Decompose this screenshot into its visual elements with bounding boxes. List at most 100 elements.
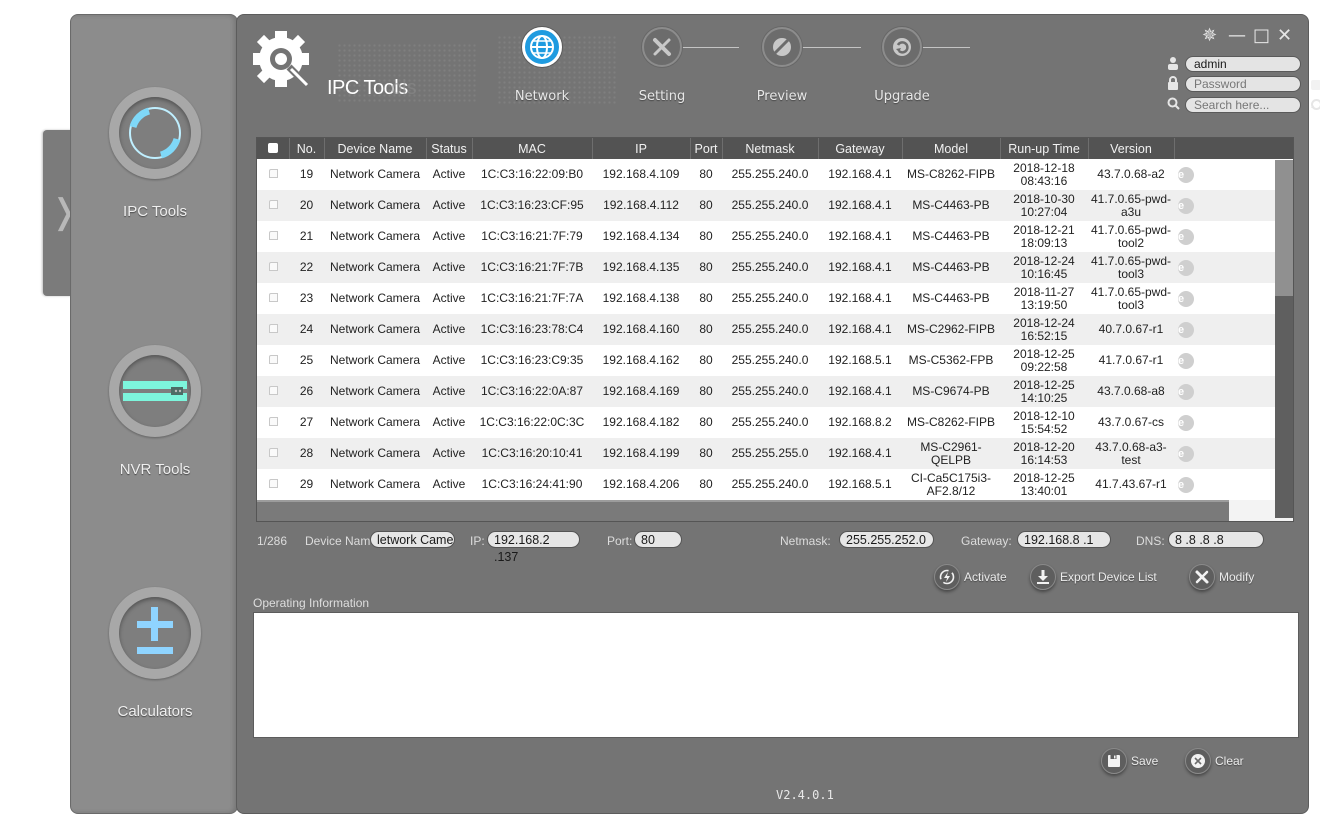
- column-header-ip[interactable]: IP: [592, 138, 691, 159]
- table-row[interactable]: 25 Network Camera Active 1C:C3:16:23:C9:35 1…: [257, 345, 1293, 376]
- column-header-no[interactable]: No.: [289, 138, 325, 159]
- row-select-cell[interactable]: [257, 314, 289, 345]
- open-web-icon[interactable]: e: [1178, 290, 1194, 307]
- row-checkbox[interactable]: [268, 355, 278, 364]
- column-header-version[interactable]: Version: [1088, 138, 1175, 159]
- row-checkbox[interactable]: [268, 479, 278, 488]
- cell-gateway: 192.168.4.1: [818, 221, 902, 252]
- table-row[interactable]: 19 Network Camera Active 1C:C3:16:22:09:B0 1…: [257, 159, 1293, 190]
- cell-mac: 1C:C3:16:22:0A:87: [472, 376, 592, 407]
- operating-info-log[interactable]: [253, 612, 1299, 738]
- table-row[interactable]: 22 Network Camera Active 1C:C3:16:21:7F:7B 1…: [257, 252, 1293, 283]
- search-input[interactable]: [1185, 97, 1301, 113]
- row-select-cell[interactable]: [257, 252, 289, 283]
- cell-no: 19: [289, 159, 324, 190]
- sidebar-item-ipc-tools[interactable]: IPC Tools: [71, 87, 239, 220]
- row-select-cell[interactable]: [257, 407, 289, 438]
- table-row[interactable]: 23 Network Camera Active 1C:C3:16:21:7F:7A 1…: [257, 283, 1293, 314]
- row-checkbox[interactable]: [268, 324, 278, 333]
- save-button[interactable]: Save: [1101, 748, 1158, 774]
- column-header-device-name[interactable]: Device Name: [324, 138, 427, 159]
- netmask-label: Netmask:: [780, 534, 831, 548]
- settings-gear-icon[interactable]: ✵: [1202, 25, 1217, 46]
- row-select-cell[interactable]: [257, 438, 289, 469]
- minimize-button[interactable]: —: [1228, 25, 1246, 46]
- column-header-runup-time[interactable]: Run-up Time: [1000, 138, 1089, 159]
- port-field[interactable]: 80: [634, 531, 682, 548]
- open-web-icon[interactable]: e: [1178, 228, 1194, 245]
- step-preview[interactable]: Preview: [742, 27, 822, 104]
- row-select-cell[interactable]: [257, 221, 289, 252]
- username-input[interactable]: [1185, 56, 1301, 72]
- column-header-status[interactable]: Status: [426, 138, 473, 159]
- table-row[interactable]: 29 Network Camera Active 1C:C3:16:24:41:90 1…: [257, 469, 1293, 500]
- row-checkbox[interactable]: [268, 448, 278, 457]
- cell-runup: 2018-12-25 09:22:58: [1000, 345, 1088, 376]
- table-row[interactable]: 26 Network Camera Active 1C:C3:16:22:0A:87 1…: [257, 376, 1293, 407]
- open-web-icon[interactable]: e: [1178, 414, 1194, 431]
- sidebar-expand-tab[interactable]: ❭: [43, 130, 79, 296]
- clear-button[interactable]: Clear: [1185, 748, 1244, 774]
- open-web-icon[interactable]: e: [1178, 321, 1194, 338]
- clear-label: Clear: [1215, 754, 1244, 768]
- open-web-icon[interactable]: e: [1178, 445, 1194, 462]
- row-select-cell[interactable]: [257, 159, 289, 190]
- table-row[interactable]: 27 Network Camera Active 1C:C3:16:22:0C:3C 1…: [257, 407, 1293, 438]
- row-select-cell[interactable]: [257, 376, 289, 407]
- step-setting[interactable]: Setting: [622, 27, 702, 104]
- table-row[interactable]: 20 Network Camera Active 1C:C3:16:23:CF:95 1…: [257, 190, 1293, 221]
- vertical-scrollbar-thumb[interactable]: [1275, 160, 1293, 296]
- horizontal-scrollbar[interactable]: [257, 500, 1293, 521]
- column-header-gateway[interactable]: Gateway: [818, 138, 903, 159]
- step-network[interactable]: Network: [502, 27, 582, 104]
- cell-version-line: 41.7.43.67-r1: [1095, 477, 1167, 491]
- close-button[interactable]: ✕: [1277, 25, 1292, 46]
- row-checkbox[interactable]: [268, 262, 278, 271]
- gateway-field[interactable]: 192.168.8 .1: [1017, 531, 1111, 548]
- export-device-list-button[interactable]: Export Device List: [1030, 564, 1157, 590]
- maximize-button[interactable]: □: [1253, 25, 1270, 46]
- cell-model-line: MS-C8262-FIPB: [906, 167, 996, 181]
- open-web-icon[interactable]: e: [1178, 476, 1194, 493]
- step-upgrade[interactable]: Upgrade: [862, 27, 942, 104]
- select-all-checkbox[interactable]: [267, 142, 278, 153]
- netmask-field[interactable]: 255.255.252.0: [839, 531, 934, 548]
- select-all-header[interactable]: [257, 138, 290, 159]
- sidebar-item-nvr-tools[interactable]: NVR Tools: [71, 345, 239, 478]
- user-icon: [1167, 56, 1181, 72]
- row-select-cell[interactable]: [257, 283, 289, 314]
- column-header-netmask[interactable]: Netmask: [722, 138, 819, 159]
- remember-password-checkbox[interactable]: [1311, 80, 1320, 90]
- column-header-port[interactable]: Port: [690, 138, 723, 159]
- refresh-icon[interactable]: [1310, 98, 1320, 116]
- cell-model: MS-C4463-PB: [902, 190, 1000, 221]
- ip-field[interactable]: 192.168.2 .137: [487, 531, 580, 564]
- table-row[interactable]: 24 Network Camera Active 1C:C3:16:23:78:C4 1…: [257, 314, 1293, 345]
- row-select-cell[interactable]: [257, 190, 289, 221]
- row-checkbox[interactable]: [268, 231, 278, 240]
- open-web-icon[interactable]: e: [1178, 197, 1194, 214]
- device-name-field[interactable]: letwork Camera: [370, 531, 455, 548]
- column-header-mac[interactable]: MAC: [472, 138, 593, 159]
- row-checkbox[interactable]: [268, 200, 278, 209]
- row-checkbox[interactable]: [268, 417, 278, 426]
- row-select-cell[interactable]: [257, 469, 289, 500]
- column-header-model[interactable]: Model: [902, 138, 1001, 159]
- row-checkbox[interactable]: [268, 293, 278, 302]
- vertical-scrollbar[interactable]: [1275, 160, 1293, 518]
- open-web-icon[interactable]: e: [1178, 352, 1194, 369]
- activate-button[interactable]: Activate: [934, 564, 1007, 590]
- cell-gateway: 192.168.4.1: [818, 438, 902, 469]
- sidebar-item-calculators[interactable]: Calculators: [71, 587, 239, 720]
- row-select-cell[interactable]: [257, 345, 289, 376]
- dns-field[interactable]: 8 .8 .8 .8: [1168, 531, 1264, 548]
- open-web-icon[interactable]: e: [1178, 259, 1194, 276]
- table-row[interactable]: 21 Network Camera Active 1C:C3:16:21:7F:79 1…: [257, 221, 1293, 252]
- modify-button[interactable]: Modify: [1189, 564, 1254, 590]
- open-web-icon[interactable]: e: [1178, 383, 1194, 400]
- open-web-icon[interactable]: e: [1178, 166, 1194, 183]
- row-checkbox[interactable]: [268, 169, 278, 178]
- row-checkbox[interactable]: [268, 386, 278, 395]
- table-row[interactable]: 28 Network Camera Active 1C:C3:16:20:10:41 1…: [257, 438, 1293, 469]
- password-input[interactable]: [1185, 76, 1301, 92]
